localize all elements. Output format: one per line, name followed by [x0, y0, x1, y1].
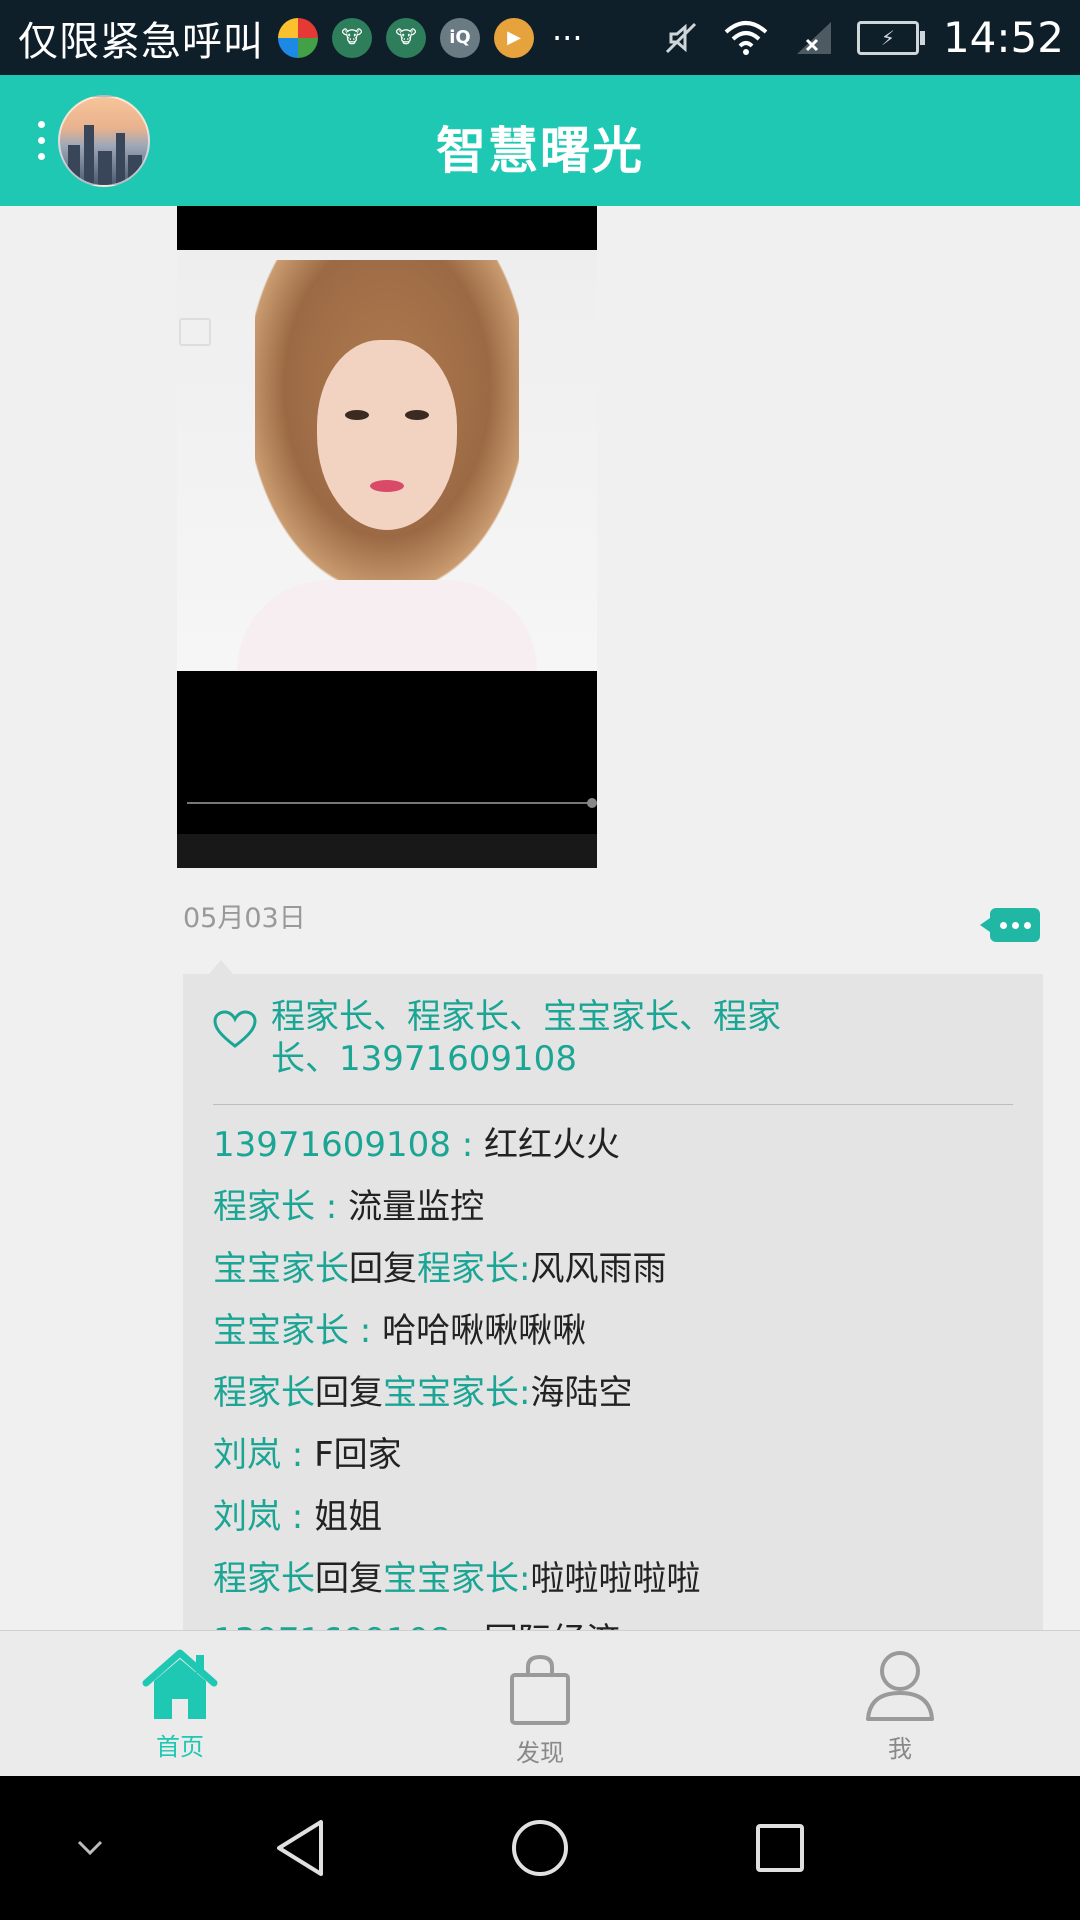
app-header: 智慧曙光: [0, 75, 1080, 206]
comment-text: 啦啦啦啦啦: [530, 1559, 701, 1599]
comment-more-button[interactable]: [980, 908, 1040, 942]
comment-colon: :: [519, 1249, 531, 1289]
comment-row[interactable]: 13971609108 : 国际经济: [213, 1610, 1013, 1630]
reply-target[interactable]: 宝宝家长: [383, 1559, 519, 1599]
video-recorder-icon: ▶: [494, 17, 534, 58]
mute-icon: [665, 22, 697, 53]
comment-colon: :: [519, 1559, 531, 1599]
home-icon: [142, 1649, 218, 1719]
likes-row: 程家长、程家长、宝宝家长、程家长、13971609108: [213, 996, 1013, 1080]
battery-charging-icon: ⚡: [856, 20, 925, 55]
shopping-bag-icon: [510, 1654, 570, 1725]
comment-text: 国际经济: [484, 1621, 620, 1630]
comment-colon: :: [349, 1311, 383, 1351]
comment-row[interactable]: 刘岚 : 姐姐: [213, 1486, 1013, 1548]
comment-row[interactable]: 程家长回复宝宝家长:啦啦啦啦啦: [213, 1548, 1013, 1610]
back-button[interactable]: [260, 1776, 340, 1920]
clock: 14:52: [942, 13, 1064, 62]
comment-author[interactable]: 程家长: [213, 1187, 315, 1227]
comment-author[interactable]: 13971609108: [213, 1621, 451, 1630]
hide-nav-button[interactable]: [60, 1776, 120, 1920]
carrier-label: 仅限紧急呼叫: [18, 18, 264, 65]
page-title: 智慧曙光: [436, 122, 644, 180]
comment-row[interactable]: 程家长回复宝宝家长:海陆空: [213, 1362, 1013, 1424]
comment-text: 哈哈啾啾啾啾: [382, 1311, 587, 1351]
watermark-icon: [179, 318, 211, 346]
pinwheel-icon: [278, 17, 318, 58]
post-date: 05月03日: [183, 903, 306, 934]
comment-author[interactable]: 程家长: [213, 1559, 315, 1599]
comment-box: 程家长、程家长、宝宝家长、程家长、13971609108 13971609108…: [183, 960, 1043, 1630]
square-recents-icon: [756, 1824, 804, 1872]
comment-colon: :: [450, 1125, 485, 1165]
comment-list: 13971609108 : 红红火火 程家长 : 流量监控 宝宝家长回复程家长:风风…: [213, 1114, 1013, 1630]
home-button[interactable]: [500, 1776, 580, 1920]
video-player[interactable]: [177, 206, 597, 868]
bottom-tab-bar: 首页 发现 我: [0, 1630, 1080, 1777]
comment-author[interactable]: 13971609108: [213, 1125, 451, 1165]
comment-author[interactable]: 宝宝家长: [213, 1311, 349, 1351]
progress-thumb[interactable]: [587, 798, 597, 808]
comment-text: 流量监控: [348, 1187, 485, 1227]
chevron-down-icon: [77, 1840, 103, 1856]
reply-target[interactable]: 程家长: [417, 1249, 519, 1289]
comment-row[interactable]: 13971609108 : 红红火火: [213, 1114, 1013, 1176]
comment-text: 海陆空: [530, 1373, 633, 1413]
back-icon: [277, 1820, 323, 1876]
tab-me-label: 我: [888, 1735, 912, 1763]
comment-row[interactable]: 刘岚 : F回家: [213, 1424, 1013, 1486]
user-icon: [866, 1651, 934, 1721]
no-signal-icon: [796, 21, 831, 54]
comment-text: 姐姐: [314, 1497, 383, 1537]
video-control-bar: [177, 834, 597, 868]
reply-word: 回复: [349, 1249, 417, 1289]
tab-home-label: 首页: [156, 1733, 204, 1761]
video-thumbnail: [177, 250, 597, 671]
tab-discover[interactable]: 发现: [440, 1631, 640, 1777]
cow-icon: 🐮: [332, 17, 372, 58]
iqiyi-icon: iQ: [440, 17, 480, 58]
more-notifications-icon: ···: [552, 18, 583, 57]
comment-colon: :: [451, 1621, 484, 1630]
likes-names[interactable]: 程家长、程家长、宝宝家长、程家长、13971609108: [271, 996, 831, 1080]
recents-button[interactable]: [740, 1776, 820, 1920]
tab-home[interactable]: 首页: [80, 1631, 280, 1777]
comment-text: F回家: [314, 1435, 402, 1475]
system-nav-bar: [0, 1776, 1080, 1920]
comment-colon: :: [281, 1497, 315, 1537]
comment-author[interactable]: 刘岚: [213, 1435, 281, 1475]
reply-word: 回复: [315, 1559, 383, 1599]
video-progress-bar[interactable]: [187, 798, 597, 808]
comment-row[interactable]: 程家长 : 流量监控: [213, 1176, 1013, 1238]
reply-target[interactable]: 宝宝家长: [383, 1373, 519, 1413]
comment-colon: :: [315, 1187, 349, 1227]
status-bar: 仅限紧急呼叫 🐮 🐮 iQ ▶ ··· ⚡ 14:52: [0, 0, 1080, 75]
circle-home-icon: [512, 1820, 568, 1876]
divider: [213, 1104, 1013, 1105]
comment-text: 风风雨雨: [530, 1249, 667, 1289]
comment-colon: :: [281, 1435, 315, 1475]
comment-row[interactable]: 宝宝家长回复程家长:风风雨雨: [213, 1238, 1013, 1300]
cow-icon: 🐮: [386, 17, 426, 58]
tab-me[interactable]: 我: [800, 1631, 1000, 1777]
reply-word: 回复: [315, 1373, 383, 1413]
comment-author[interactable]: 刘岚: [213, 1497, 281, 1537]
feed-content[interactable]: 05月03日 程家长、程家长、宝宝家长、程家长、13971609108 1397…: [0, 206, 1080, 1630]
wifi-icon: [724, 20, 768, 55]
comment-colon: :: [519, 1373, 531, 1413]
comment-row[interactable]: 宝宝家长 : 哈哈啾啾啾啾: [213, 1300, 1013, 1362]
comment-author[interactable]: 宝宝家长: [213, 1249, 349, 1289]
heart-icon: [213, 1010, 257, 1048]
comment-text: 红红火火: [484, 1125, 621, 1165]
comment-author[interactable]: 程家长: [213, 1373, 315, 1413]
tab-discover-label: 发现: [516, 1739, 564, 1767]
